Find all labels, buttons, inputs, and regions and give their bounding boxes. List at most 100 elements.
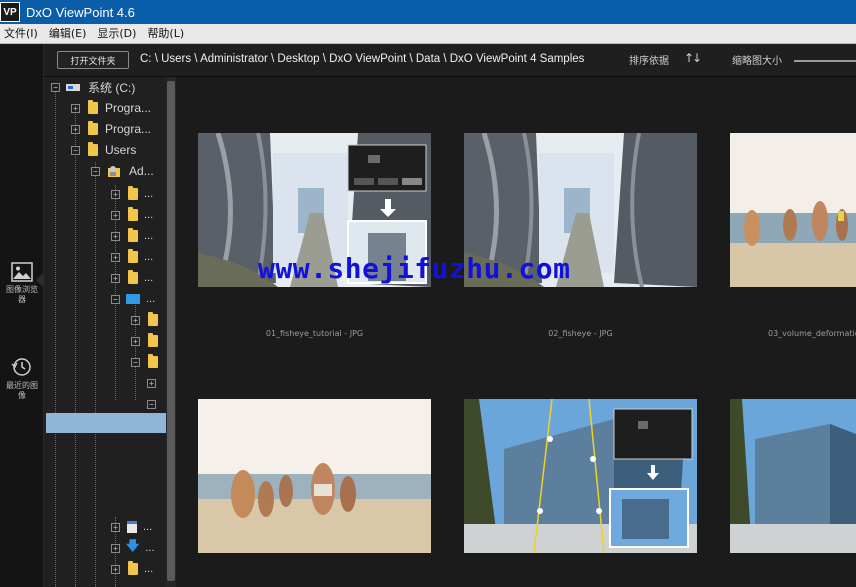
- tree-scrollbar[interactable]: [166, 77, 176, 587]
- toolbar: 打开文件夹 C: \ Users \ Administrator \ Deskt…: [44, 44, 856, 77]
- tree-row-favorites[interactable]: + ...: [111, 559, 153, 579]
- tree-row-documents[interactable]: + ...: [111, 517, 152, 537]
- perspective-tutorial-image: [464, 399, 697, 553]
- menu-help[interactable]: 帮助(L): [143, 24, 191, 44]
- expand-toggle[interactable]: +: [111, 189, 120, 199]
- collapse-toggle[interactable]: −: [51, 82, 60, 92]
- expand-toggle[interactable]: +: [131, 315, 140, 325]
- tree-label: ...: [144, 272, 154, 284]
- tree-label: ...: [144, 188, 154, 200]
- user-folder-icon: [108, 166, 120, 177]
- collapse-toggle[interactable]: −: [131, 357, 140, 367]
- thumbnail-5[interactable]: [464, 399, 697, 553]
- folder-icon: [128, 270, 138, 284]
- tree-row-subfolder-4[interactable]: +: [147, 373, 156, 393]
- thumbnail-caption: 03_volume_deformation: [768, 329, 856, 338]
- folder-icon: [88, 100, 98, 114]
- folder-path: C: \ Users \ Administrator \ Desktop \ D…: [140, 53, 585, 65]
- expand-toggle[interactable]: +: [111, 252, 120, 262]
- drive-icon: [66, 84, 80, 91]
- thumbnail-size-slider[interactable]: [794, 60, 856, 62]
- expand-toggle[interactable]: +: [71, 103, 80, 113]
- app-logo: VP: [0, 2, 20, 22]
- expand-toggle[interactable]: +: [111, 273, 120, 283]
- thumbnail-3[interactable]: [730, 133, 856, 287]
- tree-row-drive[interactable]: − 系统 (C:): [51, 77, 135, 97]
- menu-edit[interactable]: 编辑(E): [45, 24, 94, 44]
- tree-label: Users: [105, 143, 137, 157]
- selected-tree-row[interactable]: [46, 413, 166, 433]
- tree-row-subfolder-1[interactable]: +: [131, 310, 158, 330]
- tree-row-folder-3[interactable]: +...: [111, 226, 153, 246]
- expand-toggle[interactable]: +: [71, 124, 80, 134]
- tree-row-subfolder-5[interactable]: −: [147, 394, 156, 414]
- tree-row-folder-2[interactable]: +...: [111, 205, 153, 225]
- folder-icon: [148, 333, 158, 347]
- folder-icon: [128, 207, 138, 221]
- tree-label: ...: [146, 293, 156, 305]
- sort-order-icon[interactable]: ↑↓: [684, 51, 702, 65]
- tree-label: ...: [145, 542, 155, 554]
- tree-row-program-files[interactable]: + Progra...: [71, 98, 151, 118]
- building-image: [730, 399, 856, 553]
- folder-icon: [88, 121, 98, 135]
- tree-row-downloads[interactable]: + 🡇 ...: [111, 538, 155, 558]
- desktop-folder-icon: [126, 294, 140, 304]
- folder-icon: [128, 561, 138, 575]
- sort-by-label[interactable]: 排序依据: [629, 52, 669, 67]
- tree-label: ...: [144, 209, 154, 221]
- folder-icon: [128, 228, 138, 242]
- open-folder-button[interactable]: 打开文件夹: [57, 51, 129, 69]
- expand-toggle[interactable]: +: [111, 210, 120, 220]
- expand-toggle[interactable]: +: [147, 378, 156, 388]
- expand-toggle[interactable]: +: [131, 336, 140, 346]
- tree-label: 系统 (C:): [88, 80, 136, 95]
- menu-view[interactable]: 显示(D): [93, 24, 143, 44]
- folder-tree: − 系统 (C:) + Progra... + Progra... − User…: [44, 77, 166, 587]
- tree-label: ...: [144, 251, 154, 263]
- thumbnail-6[interactable]: [730, 399, 856, 553]
- tree-row-folder-1[interactable]: +...: [111, 184, 153, 204]
- beach-image: [730, 133, 856, 287]
- menu-bar: 文件(I) 编辑(E) 显示(D) 帮助(L): [0, 24, 856, 44]
- expand-toggle[interactable]: +: [111, 231, 120, 241]
- folder-icon: [128, 249, 138, 263]
- collapse-toggle[interactable]: −: [91, 166, 100, 176]
- title-bar: VP DxO ViewPoint 4.6: [0, 0, 856, 24]
- tree-row-folder-4[interactable]: +...: [111, 247, 153, 267]
- tree-row-desktop[interactable]: − ...: [111, 289, 155, 309]
- thumbnail-4[interactable]: [198, 399, 431, 553]
- app-window: VP DxO ViewPoint 4.6 文件(I) 编辑(E) 显示(D) 帮…: [0, 0, 856, 587]
- tree-row-folder-5[interactable]: +...: [111, 268, 153, 288]
- tree-row-subfolder-2[interactable]: +: [131, 331, 158, 351]
- thumbnail-grid: 01_fisheye_tutorial - JPG 02_fisheye - J…: [176, 77, 856, 587]
- download-arrow-icon: 🡇: [126, 539, 140, 554]
- watermark-text: www.shejifuzhu.com: [258, 252, 571, 285]
- tree-label: Progra...: [105, 101, 152, 115]
- folder-icon: [148, 312, 158, 326]
- tree-scroll-thumb[interactable]: [167, 81, 175, 581]
- collapse-toggle[interactable]: −: [71, 145, 80, 155]
- menu-file[interactable]: 文件(I): [0, 24, 45, 44]
- history-clock-icon: [11, 358, 31, 376]
- folder-icon: [148, 354, 158, 368]
- window-title: DxO ViewPoint 4.6: [26, 4, 135, 20]
- tree-label: ...: [144, 563, 154, 575]
- tree-row-administrator[interactable]: − Ad...: [91, 161, 154, 181]
- tree-row-users[interactable]: − Users: [71, 140, 136, 160]
- expand-toggle[interactable]: +: [111, 564, 120, 574]
- expand-toggle[interactable]: +: [111, 543, 120, 553]
- image-browser-label: 图像浏览器: [6, 285, 38, 304]
- rail-active-indicator: [36, 272, 44, 288]
- thumbnail-size-label: 缩略图大小: [732, 56, 782, 67]
- left-rail: 图像浏览器 最近的图像: [0, 44, 44, 587]
- tree-row-subfolder-3[interactable]: −: [131, 352, 158, 372]
- beach-image: [198, 399, 431, 553]
- expand-toggle[interactable]: +: [111, 522, 120, 532]
- recent-images-button[interactable]: 最近的图像: [0, 356, 44, 401]
- folder-icon: [128, 186, 138, 200]
- thumbnail-caption: 02_fisheye - JPG: [548, 329, 613, 338]
- collapse-toggle[interactable]: −: [147, 399, 156, 409]
- collapse-toggle[interactable]: −: [111, 294, 120, 304]
- tree-row-program-files-x86[interactable]: + Progra...: [71, 119, 151, 139]
